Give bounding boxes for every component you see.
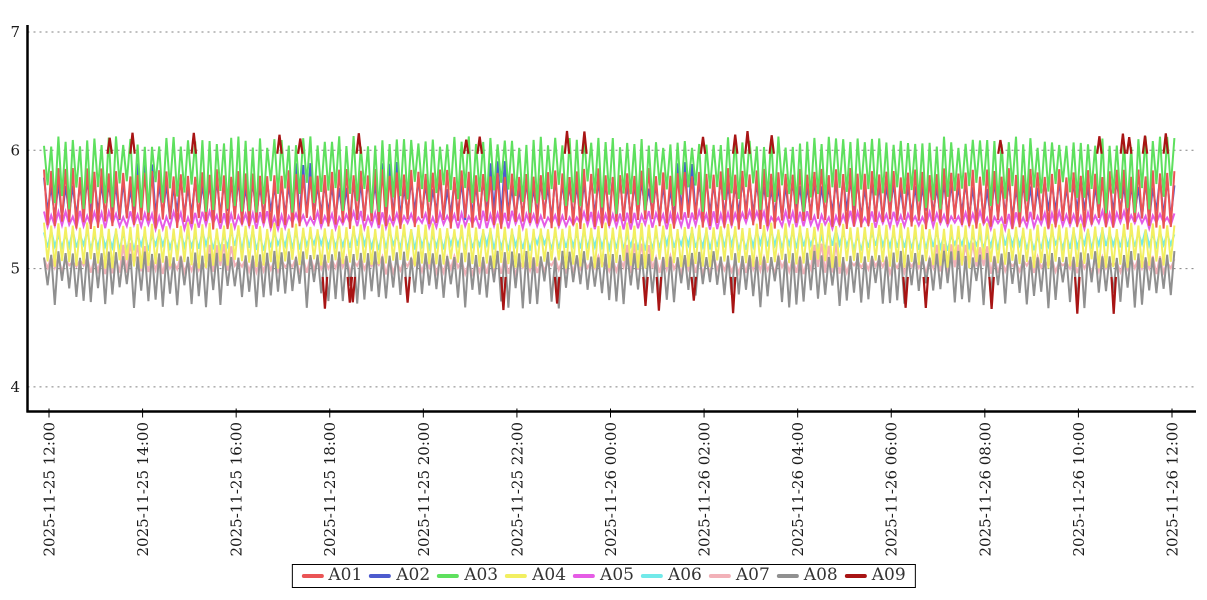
x-tick-label: 2025-11-25 12:00: [41, 422, 59, 556]
legend-swatch-icon: [301, 574, 323, 578]
series-a03: [44, 136, 1174, 214]
series-a09-spike: [323, 277, 327, 309]
x-tick-label: 2025-11-26 10:00: [1070, 422, 1088, 556]
y-tick-label: 4: [10, 378, 20, 396]
x-tick-label: 2025-11-25 16:00: [228, 422, 246, 556]
series-a09-spike: [701, 137, 705, 154]
x-tick-label: 2025-11-26 12:00: [1163, 422, 1181, 556]
legend: A01 A02 A03 A04 A05 A06 A07 A08 A09: [291, 564, 915, 588]
x-tick-label: 2025-11-26 02:00: [696, 422, 714, 556]
legend-label: A03: [464, 567, 498, 584]
legend-item-a09: A09: [845, 567, 906, 584]
legend-item-a08: A08: [777, 567, 838, 584]
series-a06: [44, 230, 1174, 251]
x-tick-label: 2025-11-25 22:00: [508, 422, 526, 556]
legend-swatch-icon: [505, 574, 527, 578]
legend-label: A06: [668, 567, 702, 584]
series-a09-spike: [565, 131, 569, 154]
legend-item-a01: A01: [301, 567, 362, 584]
series-a09-spike: [405, 277, 409, 303]
x-tick-label: 2025-11-25 14:00: [134, 422, 152, 556]
series-a09-spike: [277, 135, 281, 154]
legend-label: A01: [328, 567, 362, 584]
legend-label: A05: [600, 567, 634, 584]
y-tick-label: 6: [10, 141, 20, 159]
legend-swatch-icon: [437, 574, 459, 578]
series-a09-spike: [478, 137, 482, 154]
x-tick-label: 2025-11-25 20:00: [415, 422, 433, 556]
legend-item-a03: A03: [437, 567, 498, 584]
legend-swatch-icon: [777, 574, 799, 578]
legend-swatch-icon: [641, 574, 663, 578]
legend-swatch-icon: [573, 574, 595, 578]
series-a09-spike: [130, 133, 134, 154]
x-tick-label: 2025-11-26 04:00: [789, 422, 807, 556]
x-tick-label: 2025-11-26 08:00: [976, 422, 994, 556]
legend-item-a04: A04: [505, 567, 566, 584]
series-a09-spike: [1127, 137, 1131, 154]
series-a09-spike: [298, 139, 302, 154]
series-a09-spike: [1097, 136, 1101, 154]
y-tick-label: 5: [10, 260, 20, 278]
x-tick-label: 2025-11-25 18:00: [321, 422, 339, 556]
legend-item-a05: A05: [573, 567, 634, 584]
line-chart: 76542025-11-25 12:002025-11-25 14:002025…: [0, 0, 1207, 600]
y-tick-label: 7: [10, 23, 20, 41]
x-tick-label: 2025-11-26 06:00: [883, 422, 901, 556]
legend-item-a02: A02: [369, 567, 430, 584]
legend-item-a06: A06: [641, 567, 702, 584]
chart-canvas: 76542025-11-25 12:002025-11-25 14:002025…: [0, 0, 1207, 600]
legend-item-a07: A07: [709, 567, 770, 584]
x-tick-label: 2025-11-26 00:00: [602, 422, 620, 556]
series-a09-spike: [1075, 277, 1079, 314]
legend-label: A02: [396, 567, 430, 584]
legend-label: A08: [804, 567, 838, 584]
legend-swatch-icon: [709, 574, 731, 578]
legend-label: A09: [872, 567, 906, 584]
legend-label: A04: [532, 567, 566, 584]
legend-swatch-icon: [845, 574, 867, 578]
series-lines: [44, 131, 1174, 314]
legend-swatch-icon: [369, 574, 391, 578]
legend-label: A07: [736, 567, 770, 584]
x-axis-labels: 2025-11-25 12:00 2025-11-25 14:00 2025-11-…: [41, 409, 1182, 557]
series-a09-spike: [351, 277, 355, 302]
